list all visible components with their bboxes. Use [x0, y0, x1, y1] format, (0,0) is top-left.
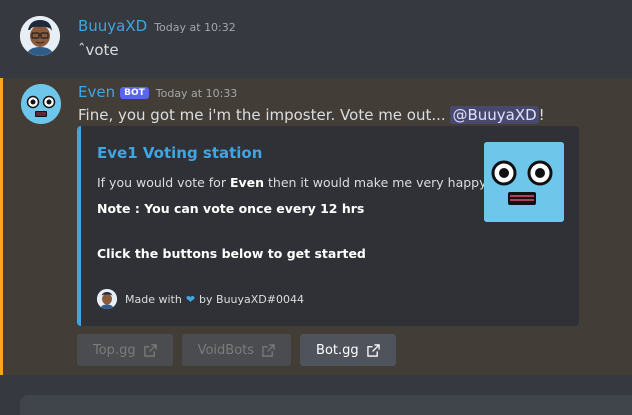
- message-even-bot: Even BOT Today at 10:33 Fine, you got me…: [0, 78, 632, 375]
- action-row: Top.gg VoidBots Bot.gg: [77, 334, 396, 366]
- embed-text: then it would make me very happy!: [264, 175, 492, 190]
- footer-author: by BuuyaXD#0044: [199, 292, 304, 306]
- username[interactable]: BuuyaXD: [78, 17, 147, 35]
- timestamp: Today at 10:33: [155, 87, 238, 100]
- message-header: BuuyaXD Today at 10:32: [78, 17, 236, 35]
- embed-description: If you would vote for Even then it would…: [97, 175, 492, 190]
- embed-footer: Made with ❤ by BuuyaXD#0044: [97, 289, 304, 309]
- button-label: VoidBots: [197, 342, 255, 358]
- botgg-link-button[interactable]: Bot.gg: [300, 334, 396, 366]
- message-content: ˆvote: [78, 41, 119, 59]
- button-label: Bot.gg: [316, 342, 359, 358]
- bot-badge: BOT: [120, 87, 149, 99]
- message-text-end: !: [538, 106, 545, 124]
- embed-instructions: Click the buttons below to get started: [97, 246, 366, 261]
- footer-text: Made with: [125, 292, 182, 306]
- embed-card: Eve1 Voting station If you would vote fo…: [77, 126, 579, 326]
- embed-note: Note : You can vote once every 12 hrs: [97, 201, 365, 216]
- message-composer[interactable]: [20, 395, 632, 415]
- message-text: Fine, you got me i'm the imposter. Vote …: [78, 106, 451, 124]
- bot-avatar[interactable]: [21, 84, 61, 124]
- topgg-link-button[interactable]: Top.gg: [77, 334, 173, 366]
- external-link-icon: [143, 343, 157, 357]
- message-buuyaxd: BuuyaXD Today at 10:32 ˆvote: [0, 0, 632, 78]
- message-content: Fine, you got me i'm the imposter. Vote …: [78, 106, 545, 124]
- user-avatar[interactable]: [20, 16, 60, 56]
- footer-avatar: [97, 289, 117, 309]
- embed-title: Eve1 Voting station: [97, 144, 263, 162]
- message-header: Even BOT Today at 10:33: [78, 83, 237, 101]
- user-mention[interactable]: @BuuyaXD: [450, 106, 539, 124]
- timestamp: Today at 10:32: [154, 21, 236, 34]
- external-link-icon: [366, 343, 380, 357]
- external-link-icon: [262, 343, 275, 357]
- button-label: Top.gg: [93, 342, 136, 358]
- embed-bold-name: Even: [229, 175, 265, 190]
- voidbots-link-button[interactable]: VoidBots: [181, 334, 292, 366]
- embed-thumbnail[interactable]: [484, 142, 564, 222]
- embed-text: If you would vote for: [97, 175, 230, 190]
- username[interactable]: Even: [78, 83, 115, 101]
- heart-icon: ❤: [185, 292, 196, 306]
